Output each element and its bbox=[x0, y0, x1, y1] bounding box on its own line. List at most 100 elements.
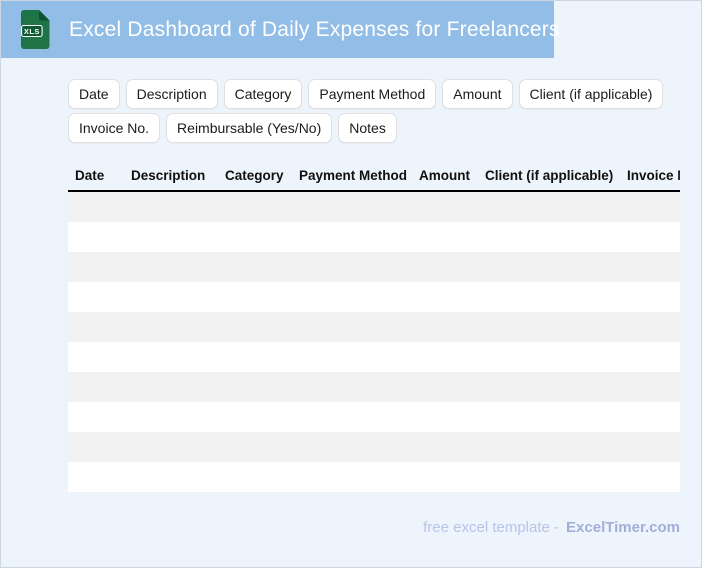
footer-text: free excel template - bbox=[423, 519, 560, 536]
table-row bbox=[68, 372, 680, 402]
table-cell bbox=[68, 402, 124, 432]
xls-icon-label: XLS bbox=[24, 27, 40, 36]
table-cell bbox=[68, 252, 124, 282]
table-row bbox=[68, 342, 680, 372]
column-header-category: Category bbox=[218, 161, 292, 192]
table-cell bbox=[218, 282, 292, 312]
field-chip-payment-method[interactable]: Payment Method bbox=[308, 79, 437, 109]
table-cell bbox=[620, 312, 680, 342]
table-cell bbox=[412, 282, 478, 312]
table-cell bbox=[412, 342, 478, 372]
table-cell bbox=[620, 432, 680, 462]
table-row bbox=[68, 252, 680, 282]
table-cell bbox=[412, 222, 478, 252]
table-header-row: Date Description Category Payment Method Amo… bbox=[68, 161, 680, 192]
table-cell bbox=[124, 342, 218, 372]
table-cell bbox=[68, 432, 124, 462]
field-chip-date[interactable]: Date bbox=[68, 79, 120, 109]
table-cell bbox=[412, 312, 478, 342]
table-cell bbox=[478, 282, 620, 312]
column-header-amount: Amount bbox=[412, 161, 478, 192]
table-cell bbox=[478, 432, 620, 462]
table-cell bbox=[124, 222, 218, 252]
table-cell bbox=[218, 252, 292, 282]
table-cell bbox=[478, 222, 620, 252]
table-cell bbox=[218, 342, 292, 372]
table-cell bbox=[124, 462, 218, 492]
table-cell bbox=[218, 312, 292, 342]
table-cell bbox=[412, 372, 478, 402]
table-cell bbox=[620, 222, 680, 252]
field-chip-client-if-applicable[interactable]: Client (if applicable) bbox=[518, 79, 664, 109]
table-cell bbox=[68, 312, 124, 342]
table-cell bbox=[478, 462, 620, 492]
table-cell bbox=[68, 342, 124, 372]
table-cell bbox=[292, 372, 412, 402]
table-cell bbox=[412, 191, 478, 222]
table-cell bbox=[68, 462, 124, 492]
table-cell bbox=[412, 462, 478, 492]
table-cell bbox=[218, 222, 292, 252]
expenses-table: Date Description Category Payment Method Amo… bbox=[68, 161, 680, 492]
table-cell bbox=[292, 222, 412, 252]
table-cell bbox=[68, 191, 124, 222]
field-chip-notes[interactable]: Notes bbox=[338, 113, 397, 143]
table-row bbox=[68, 462, 680, 492]
table-cell bbox=[124, 312, 218, 342]
table-cell bbox=[124, 402, 218, 432]
table-cell bbox=[620, 282, 680, 312]
footer: free excel template - ExcelTimer.com bbox=[423, 519, 680, 536]
table-cell bbox=[620, 342, 680, 372]
table-cell bbox=[478, 252, 620, 282]
table-cell bbox=[292, 432, 412, 462]
table-cell bbox=[412, 402, 478, 432]
table-cell bbox=[292, 402, 412, 432]
xls-file-icon: XLS bbox=[21, 10, 50, 49]
page-title: Excel Dashboard of Daily Expenses for Fr… bbox=[69, 17, 560, 41]
field-chip-invoice-no[interactable]: Invoice No. bbox=[68, 113, 161, 143]
table-cell bbox=[68, 372, 124, 402]
table-cell bbox=[620, 462, 680, 492]
footer-brand-link[interactable]: ExcelTimer.com bbox=[566, 519, 680, 536]
template-card: XLS Excel Dashboard of Daily Expenses fo… bbox=[0, 0, 702, 568]
table-cell bbox=[124, 372, 218, 402]
table-cell bbox=[292, 312, 412, 342]
table-cell bbox=[292, 191, 412, 222]
table-cell bbox=[292, 342, 412, 372]
table-row bbox=[68, 191, 680, 222]
column-header-date: Date bbox=[68, 161, 124, 192]
table-cell bbox=[218, 402, 292, 432]
field-chips: Date Description Category Payment Method Amo… bbox=[68, 79, 682, 143]
field-chip-category[interactable]: Category bbox=[223, 79, 303, 109]
table-cell bbox=[218, 432, 292, 462]
table-row bbox=[68, 222, 680, 252]
field-chip-amount[interactable]: Amount bbox=[442, 79, 513, 109]
table-cell bbox=[68, 222, 124, 252]
table-cell bbox=[478, 342, 620, 372]
column-header-invoice-no: Invoice No. bbox=[620, 161, 680, 192]
table-cell bbox=[124, 432, 218, 462]
table-cell bbox=[478, 372, 620, 402]
table-cell bbox=[478, 402, 620, 432]
table-cell bbox=[124, 191, 218, 222]
table-cell bbox=[218, 462, 292, 492]
column-header-payment-method: Payment Method bbox=[292, 161, 412, 192]
table-cell bbox=[412, 432, 478, 462]
column-header-client-if-applicable: Client (if applicable) bbox=[478, 161, 620, 192]
field-chip-description[interactable]: Description bbox=[125, 79, 218, 109]
field-chip-reimbursable-yes-no[interactable]: Reimbursable (Yes/No) bbox=[166, 113, 333, 143]
table-cell bbox=[478, 191, 620, 222]
header-band: XLS Excel Dashboard of Daily Expenses fo… bbox=[1, 1, 560, 58]
table-cell bbox=[478, 312, 620, 342]
table-cell bbox=[412, 252, 478, 282]
table-cell bbox=[620, 402, 680, 432]
table-cell bbox=[620, 252, 680, 282]
table-cell bbox=[68, 282, 124, 312]
expenses-table-grid: Date Description Category Payment Method Amo… bbox=[68, 161, 680, 492]
table-cell bbox=[218, 191, 292, 222]
table-cell bbox=[292, 462, 412, 492]
table-cell bbox=[124, 282, 218, 312]
table-cell bbox=[218, 372, 292, 402]
table-cell bbox=[124, 252, 218, 282]
table-row bbox=[68, 282, 680, 312]
